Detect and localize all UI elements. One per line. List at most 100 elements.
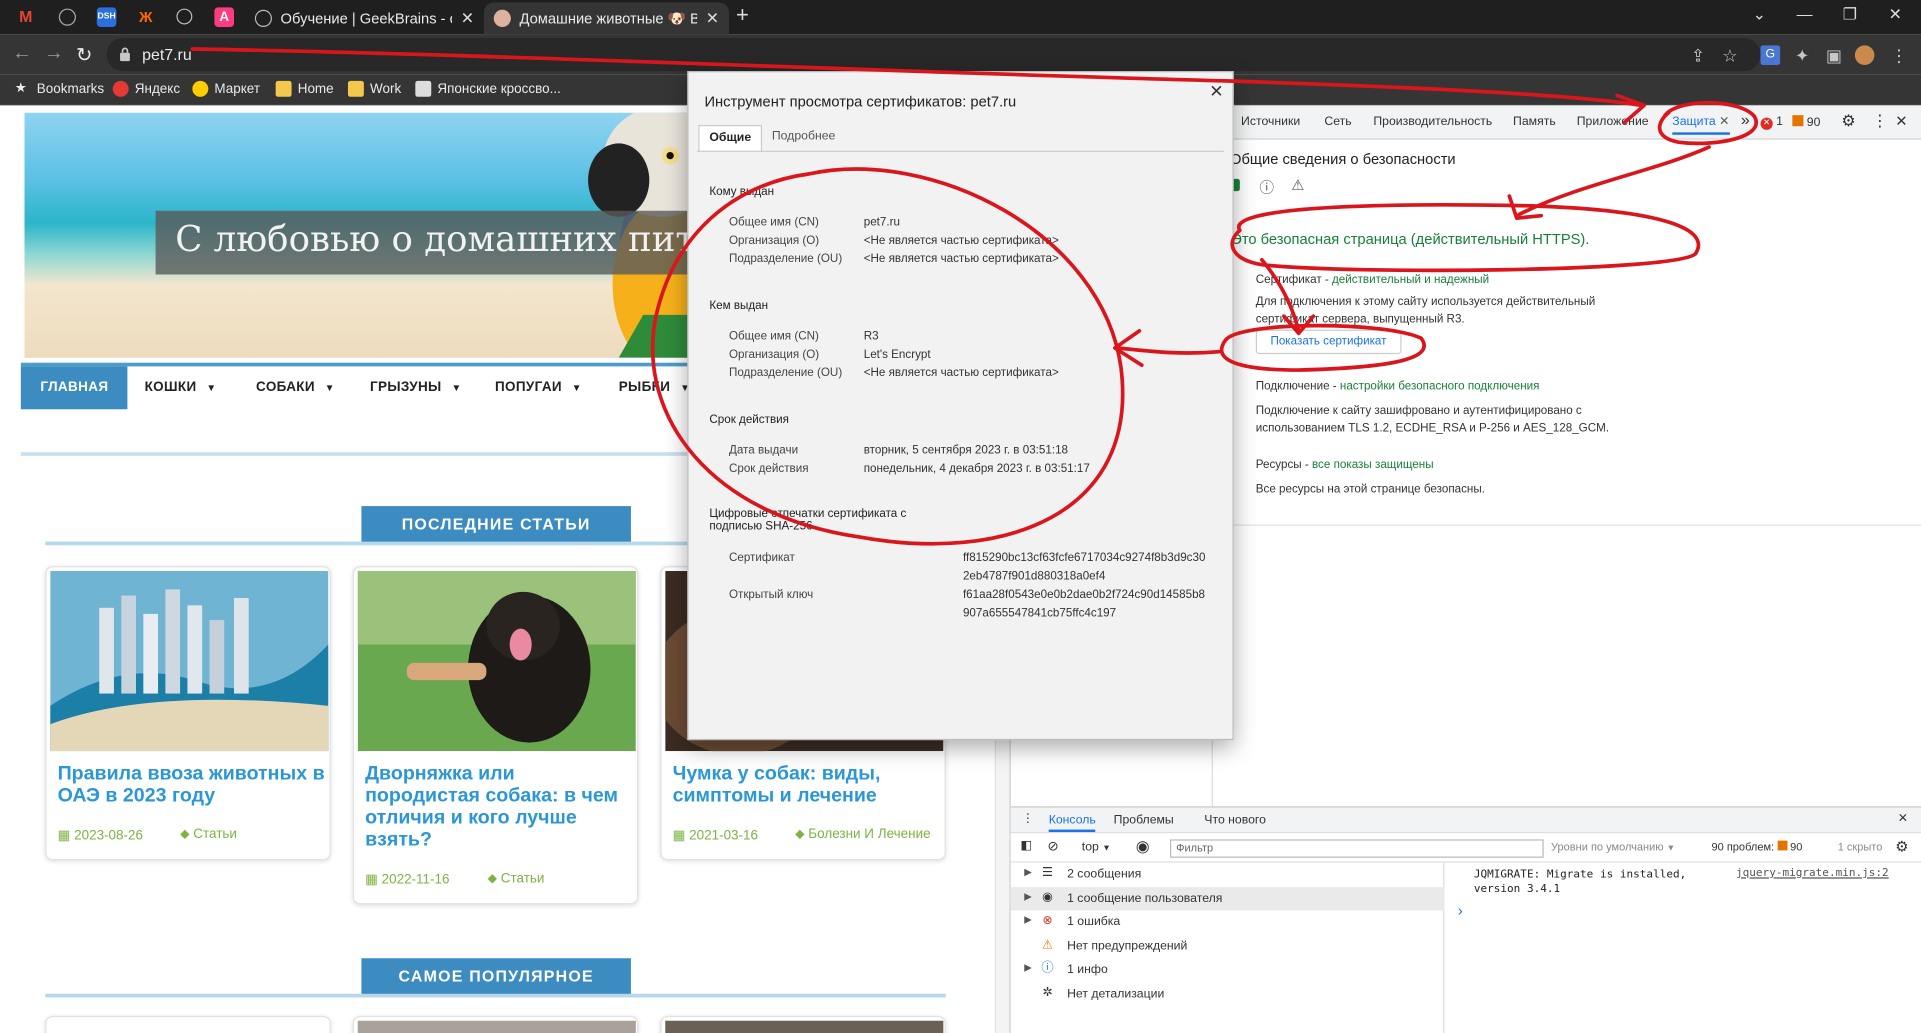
error-badge[interactable]: ✕ 1 (1760, 115, 1783, 130)
bookmark-item[interactable]: Home (275, 80, 334, 97)
drawer-menu-icon[interactable]: ⋮ (1022, 812, 1034, 825)
console-prompt[interactable]: › (1458, 902, 1463, 919)
article-title[interactable]: Правила ввоза животных в ОАЭ в 2023 году (58, 763, 325, 807)
minimize-icon[interactable]: — (1792, 5, 1817, 23)
console-settings-icon[interactable]: ⚙ (1895, 838, 1908, 855)
forward-icon[interactable]: → (44, 43, 64, 65)
window-close-icon[interactable]: ✕ (1883, 5, 1908, 25)
side-panel-icon[interactable]: ▣ (1824, 45, 1844, 65)
sidebar-item-label: 2 сообщения (1067, 867, 1142, 882)
habr-icon[interactable]: Ж (135, 7, 156, 27)
tab-memory[interactable]: Память (1513, 115, 1556, 128)
tab-performance[interactable]: Производительность (1373, 115, 1492, 128)
menu-item-dogs[interactable]: СОБАКИ ▼ (256, 366, 335, 409)
gmail-icon[interactable]: M (15, 7, 36, 27)
sidebar-toggle-icon[interactable]: ◧ (1021, 839, 1033, 852)
article-card[interactable] (45, 1015, 331, 1033)
more-options-icon[interactable]: ⋮ (1872, 112, 1888, 132)
warning-badge[interactable]: 90 (1792, 115, 1820, 130)
dialog-close-icon[interactable]: ✕ (1209, 81, 1223, 102)
field-label: Дата выдачи (728, 443, 799, 458)
article-category[interactable]: ⬥ Статьи (488, 871, 545, 887)
clear-console-icon[interactable]: ⊘ (1047, 838, 1058, 854)
menu-item-rodents[interactable]: ГРЫЗУНЫ ▼ (370, 366, 462, 409)
context-select[interactable]: top ▼ (1082, 841, 1111, 854)
dsh-icon[interactable]: DSH (96, 7, 117, 27)
console-filter-input[interactable]: Фильтр (1169, 839, 1544, 858)
menu-item-parrots[interactable]: ПОПУГАИ ▼ (495, 366, 582, 409)
settings-gear-icon[interactable]: ⚙ (1841, 112, 1855, 132)
sidebar-item-info[interactable]: ▶ ⓘ 1 инфо (1011, 958, 1445, 981)
console-source-link[interactable]: jquery-migrate.min.js:2 (1736, 868, 1889, 880)
address-bar[interactable]: pet7.ru (106, 37, 1761, 72)
expand-arrow-icon[interactable]: ▶ (1024, 866, 1032, 877)
field-value: <Не является частью сертификата> (863, 234, 1059, 248)
back-icon[interactable]: ← (12, 43, 32, 65)
issues-counter[interactable]: 90 проблем: 90 (1712, 840, 1802, 853)
expand-arrow-icon[interactable]: ▶ (1024, 962, 1032, 973)
bookmark-item[interactable]: Яндекс (112, 80, 180, 97)
tab-whats-new[interactable]: Что нового (1204, 814, 1266, 827)
article-category[interactable]: ⬥ Статьи (180, 827, 237, 843)
tab-details[interactable]: Подробнее (762, 125, 845, 152)
console-drawer-tabs: ⋮ Консоль Проблемы Что нового ✕ (1010, 806, 1921, 834)
article-image (50, 571, 329, 752)
article-card[interactable]: Дворняжка или породистая собака: в чем о… (352, 566, 639, 905)
tab-pet7[interactable]: Домашние животные 🐶 Все о ✕ (483, 2, 729, 35)
bookmark-item[interactable]: Японские кроссво... (415, 80, 561, 97)
github-icon[interactable] (58, 8, 76, 26)
close-icon[interactable]: ✕ (461, 9, 474, 29)
sidebar-item-user-messages[interactable]: ▶ ◉ 1 сообщение пользователя (1010, 887, 1445, 911)
log-levels-select[interactable]: Уровни по умолчанию ▼ (1551, 841, 1675, 853)
share-icon[interactable]: ⇪ (1688, 45, 1708, 65)
bookmark-star-icon[interactable]: ☆ (1720, 45, 1740, 65)
translate-icon[interactable]: G (1760, 45, 1781, 65)
restore-icon[interactable]: ❐ (1838, 5, 1863, 25)
show-certificate-button[interactable]: Показать сертификат (1255, 329, 1402, 355)
close-drawer-icon[interactable]: ✕ (1898, 812, 1908, 825)
eye-icon[interactable]: ◉ (1136, 837, 1150, 857)
openai-icon[interactable] (176, 8, 193, 25)
sidebar-item-verbose[interactable]: ✲ Нет детализации (1011, 983, 1445, 1006)
extensions-icon[interactable]: ✦ (1792, 45, 1812, 65)
bookmark-item[interactable]: ★ Bookmarks (15, 81, 104, 97)
console-message: JQMIGRATE: Migrate is installed, version… (1474, 868, 1686, 897)
tab-general[interactable]: Общие (698, 124, 763, 152)
tab-network[interactable]: Сеть (1324, 115, 1351, 128)
avatar[interactable] (1854, 45, 1875, 65)
article-title[interactable]: Дворняжка или породистая собака: в чем о… (365, 763, 632, 851)
sidebar-item-warnings[interactable]: ⚠ Нет предупреждений (1011, 935, 1445, 958)
article-card[interactable] (352, 1015, 639, 1033)
tab-search-icon[interactable]: ⌄ (1747, 5, 1772, 25)
expand-arrow-icon[interactable]: ▶ (1024, 914, 1032, 925)
expand-arrow-icon[interactable]: ▶ (1024, 891, 1032, 902)
menu-item-cats[interactable]: КОШКИ ▼ (145, 366, 217, 409)
close-icon[interactable]: ✕ (1719, 115, 1729, 128)
tab-security[interactable]: Защита ✕ (1672, 115, 1730, 135)
sidebar-item-messages[interactable]: ▶ ☰ 2 сообщения (1011, 863, 1445, 886)
close-icon[interactable]: ✕ (706, 9, 719, 29)
tab-issues[interactable]: Проблемы (1114, 814, 1174, 827)
sidebar-item-errors[interactable]: ▶ ⊗ 1 ошибка (1011, 910, 1445, 933)
reload-icon[interactable]: ↻ (76, 43, 92, 68)
fingerprints-heading-line: подписью SHA-256 (709, 519, 813, 534)
bookmark-item[interactable]: Маркет (192, 80, 260, 97)
tab-console[interactable]: Консоль (1048, 814, 1096, 833)
more-tabs-icon[interactable]: » (1741, 110, 1750, 128)
article-card[interactable]: Правила ввоза животных в ОАЭ в 2023 году… (45, 566, 331, 861)
connection-description: Подключение к сайту зашифровано и аутент… (1255, 404, 1582, 418)
article-card[interactable] (660, 1015, 946, 1033)
tab-application[interactable]: Приложение (1577, 115, 1649, 128)
close-devtools-icon[interactable]: ✕ (1895, 113, 1907, 130)
menu-item-home[interactable]: ГЛАВНАЯ (20, 366, 128, 410)
menu-item-fish[interactable]: РЫБКИ ▼ (619, 366, 690, 409)
menu-dots-icon[interactable]: ⋮ (1889, 45, 1909, 65)
lock-icon[interactable] (119, 47, 131, 62)
article-category[interactable]: ⬥ Болезни И Лечение (795, 827, 930, 843)
article-title[interactable]: Чумка у собак: виды, симптомы и лечение (673, 763, 940, 807)
tab-geekbrains[interactable]: Обучение | GeekBrains - образо ✕ (245, 2, 484, 34)
new-tab-button[interactable]: + (730, 2, 755, 28)
tab-sources[interactable]: Источники (1241, 115, 1300, 128)
bookmark-item[interactable]: Work (347, 80, 401, 97)
a-app-icon[interactable]: A (214, 7, 234, 27)
